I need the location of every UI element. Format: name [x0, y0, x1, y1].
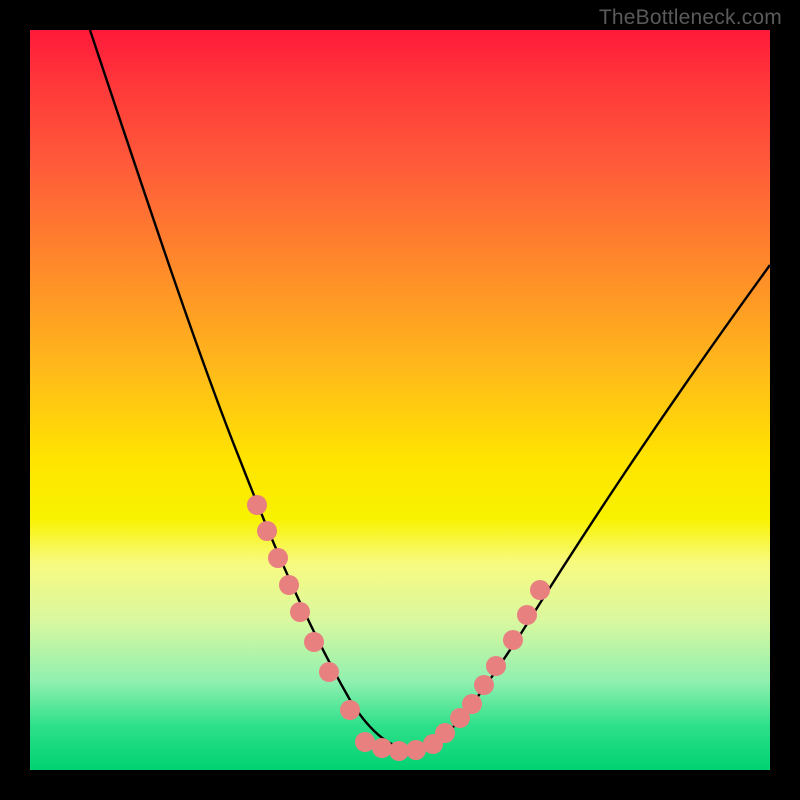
marker-dot	[319, 662, 339, 682]
marker-dot	[462, 694, 482, 714]
marker-dot	[372, 738, 392, 758]
marker-dot	[279, 575, 299, 595]
marker-dot	[355, 732, 375, 752]
marker-dot	[503, 630, 523, 650]
marker-dot	[435, 723, 455, 743]
marker-dot	[257, 521, 277, 541]
marker-dot	[247, 495, 267, 515]
marker-dot	[304, 632, 324, 652]
watermark: TheBottleneck.com	[599, 6, 782, 30]
marker-dot	[389, 741, 409, 761]
chart-svg	[30, 30, 770, 770]
bottleneck-curve	[90, 30, 770, 750]
marker-dot	[290, 602, 310, 622]
marker-dot	[517, 605, 537, 625]
marker-dot	[340, 700, 360, 720]
marker-dot	[486, 656, 506, 676]
marker-dot	[406, 740, 426, 760]
marker-dot	[474, 675, 494, 695]
chart-area	[30, 30, 770, 770]
marker-group-bottom	[355, 732, 443, 761]
marker-group-right	[435, 580, 550, 743]
marker-dot	[530, 580, 550, 600]
marker-dot	[268, 548, 288, 568]
